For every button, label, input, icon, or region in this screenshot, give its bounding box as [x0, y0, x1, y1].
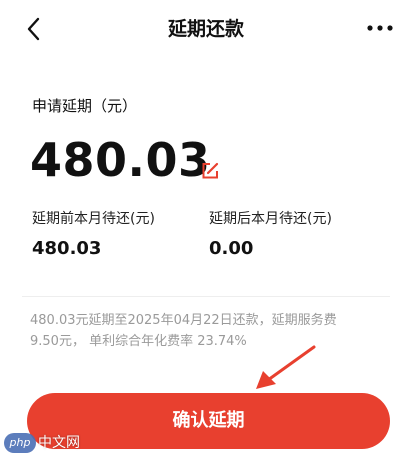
watermark-text: 中文网	[38, 435, 80, 451]
apply-amount-value: 480.03	[30, 133, 211, 187]
divider	[22, 296, 390, 297]
delay-fee-note-line-2: 9.50元， 单利综合年化费率 23.74%	[30, 334, 247, 349]
edit-icon	[202, 162, 219, 179]
apply-amount-label: 申请延期（元）	[32, 97, 138, 115]
after-delay-label: 延期后本月待还(元)	[209, 211, 332, 227]
edit-amount-button[interactable]	[200, 161, 220, 181]
page: 延期还款 申请延期（元） 480.03 延期前本月待还(元) 480.03 延期…	[0, 0, 412, 455]
confirm-delay-button[interactable]: 确认延期	[27, 393, 390, 449]
before-delay-column: 延期前本月待还(元) 480.03	[32, 208, 155, 262]
page-title: 延期还款	[167, 18, 244, 40]
after-delay-column: 延期后本月待还(元) 0.00	[209, 208, 332, 262]
watermark-logo: php	[4, 433, 36, 453]
more-dots-icon	[367, 25, 393, 31]
before-delay-value: 480.03	[32, 238, 102, 259]
annotation-arrow-icon	[256, 345, 316, 389]
delay-fee-note: 480.03元延期至2025年04月22日还款，延期服务费 9.50元， 单利综…	[30, 310, 380, 352]
header: 延期还款	[0, 0, 412, 58]
before-delay-label: 延期前本月待还(元)	[32, 211, 155, 227]
more-button[interactable]	[366, 20, 394, 36]
after-delay-value: 0.00	[209, 238, 254, 259]
delay-fee-note-line-1: 480.03元延期至2025年04月22日还款，延期服务费	[30, 313, 337, 328]
